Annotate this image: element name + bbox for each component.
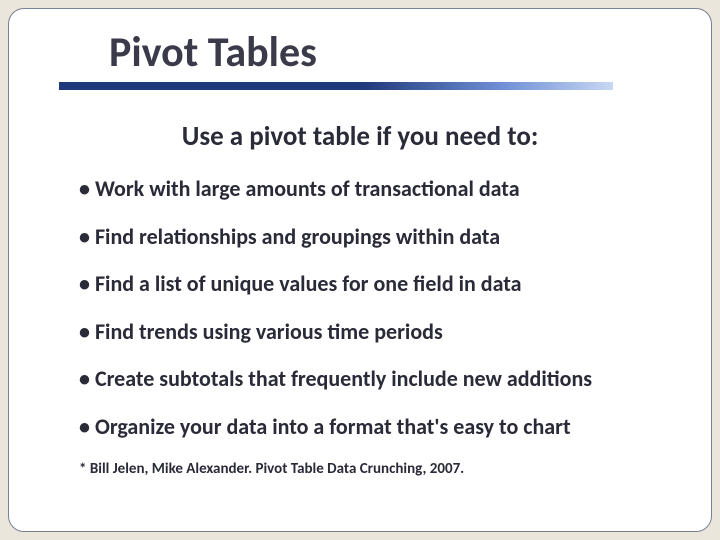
title-underline-bar	[59, 82, 613, 90]
slide-subtitle: Use a pivot table if you need to:	[59, 120, 661, 153]
list-item: Find relationships and groupings within …	[79, 223, 661, 251]
list-item: Work with large amounts of transactional…	[79, 175, 661, 203]
title-underline	[59, 82, 661, 92]
slide-title: Pivot Tables	[59, 27, 661, 78]
list-item: Find a list of unique values for one fie…	[79, 270, 661, 298]
list-item: Organize your data into a format that's …	[79, 413, 661, 441]
slide-content: Pivot Tables Use a pivot table if you ne…	[9, 9, 711, 498]
list-item: Find trends using various time periods	[79, 318, 661, 346]
slide-frame: Pivot Tables Use a pivot table if you ne…	[8, 8, 712, 532]
footnote: * Bill Jelen, Mike Alexander. Pivot Tabl…	[59, 460, 661, 478]
list-item: Create subtotals that frequently include…	[79, 365, 661, 393]
bullet-list: Work with large amounts of transactional…	[59, 175, 661, 440]
